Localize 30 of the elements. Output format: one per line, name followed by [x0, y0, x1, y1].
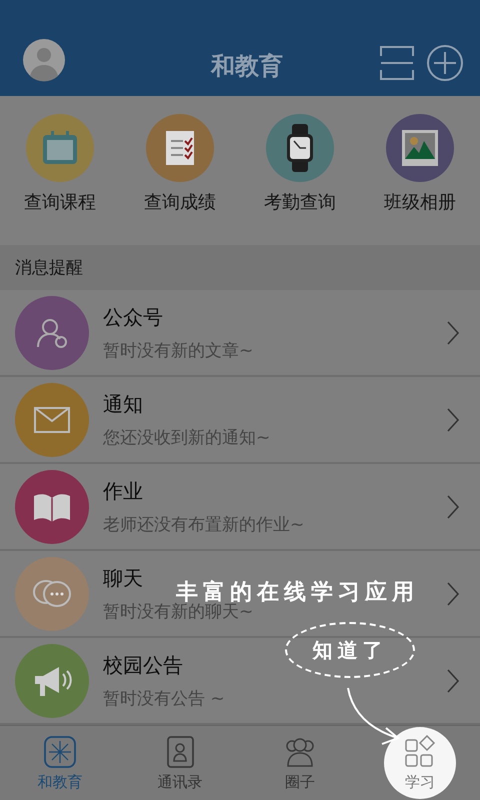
shortcut-tile[interactable]: 考勤查询: [240, 114, 360, 245]
section-title: 消息提醒: [0, 245, 480, 290]
app-title: 和教育: [210, 51, 284, 82]
shortcut-tile[interactable]: 查询课程: [0, 114, 120, 245]
message-preview: 老师还没有布置新的作业~: [103, 514, 304, 536]
apps-icon: [403, 734, 437, 768]
chevron-right-icon[interactable]: [446, 320, 460, 346]
avatar[interactable]: [22, 38, 66, 82]
add-icon[interactable]: [426, 44, 464, 82]
scan-icon[interactable]: [378, 44, 416, 82]
message-preview: 暂时没有公告 ~: [103, 688, 225, 710]
message-title: 公众号: [103, 304, 163, 330]
shortcut-tile[interactable]: 班级相册: [360, 114, 480, 245]
message-title: 聊天: [103, 564, 143, 592]
chevron-right-icon[interactable]: [446, 406, 460, 432]
chevron-right-icon[interactable]: [446, 580, 460, 606]
sparkle-icon: [43, 734, 77, 768]
dismiss-button[interactable]: 知道了: [285, 622, 415, 678]
chevron-right-icon[interactable]: [446, 494, 460, 520]
message-title: 校园公告: [103, 652, 183, 678]
nav-tab[interactable]: 学习: [384, 727, 456, 799]
shortcut-tile[interactable]: 查询成绩: [120, 114, 240, 245]
nav-tab[interactable]: 和教育: [15, 728, 105, 798]
nav-tab[interactable]: 圈子: [255, 728, 345, 798]
message-title: 通知: [103, 390, 143, 418]
message-preview: 暂时没有新的文章~: [103, 340, 254, 362]
message-title: 作业: [103, 478, 143, 504]
message-preview: 您还没收到新的通知~: [103, 426, 270, 448]
chevron-right-icon[interactable]: [446, 668, 460, 694]
nav-tab[interactable]: 通讯录: [135, 728, 225, 798]
